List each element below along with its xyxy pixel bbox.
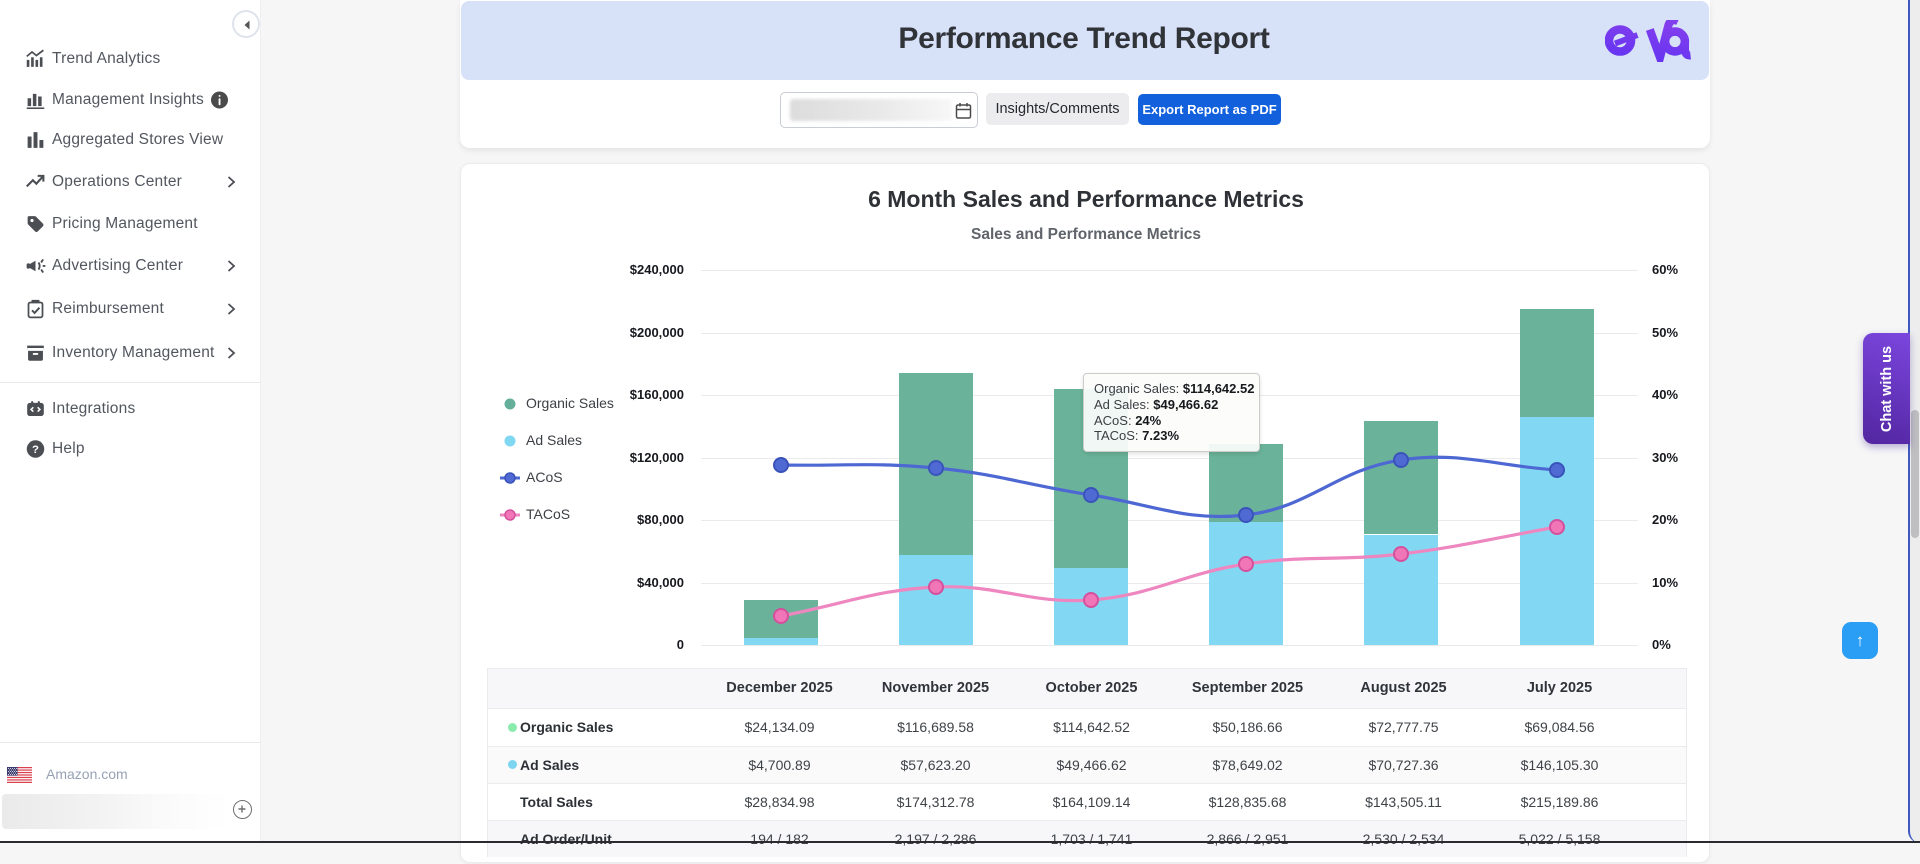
- svg-text:?: ?: [32, 443, 39, 455]
